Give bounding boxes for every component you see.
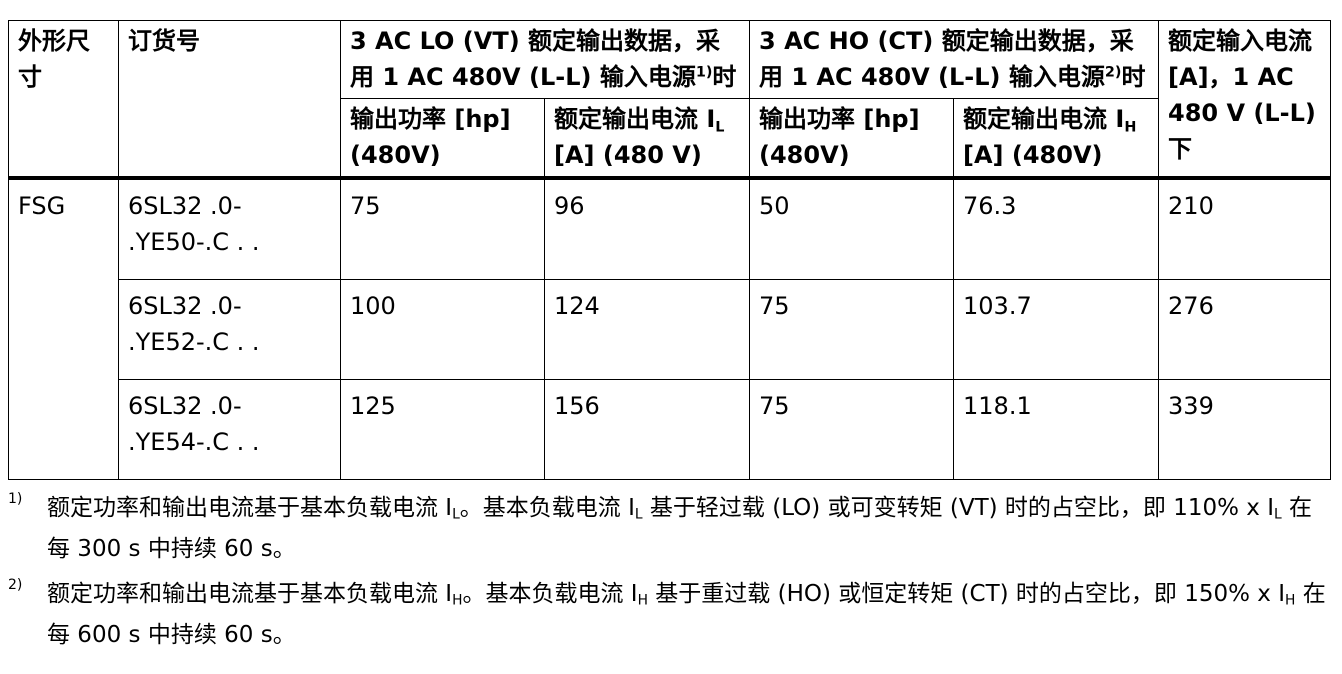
footnote-subscript: L	[634, 506, 643, 523]
header-ho-current: 额定输出电流 IH [A] (480V)	[953, 98, 1160, 180]
header-row-main: 外形尺寸 订货号 3 AC LO (VT) 额定输出数据，采用 1 AC 480…	[8, 20, 1332, 180]
size-cell: FSG	[8, 177, 119, 480]
rating-table: 外形尺寸 订货号 3 AC LO (VT) 额定输出数据，采用 1 AC 480…	[8, 20, 1332, 480]
footnote-subscript: H	[637, 592, 648, 609]
footnote-subscript: L	[1274, 506, 1282, 523]
header-lo-current-sub: L	[715, 119, 725, 136]
ho-power-cell: 75	[749, 379, 955, 480]
order-number-cell: 6SL32 .0- .YE54-.C . .	[118, 379, 341, 480]
ho-current-cell: 76.3	[953, 177, 1160, 280]
footnote-text: 。基本负载电流 I	[459, 495, 635, 521]
header-ho-power: 输出功率 [hp] (480V)	[749, 98, 955, 180]
footnotes: 1) 额定功率和输出电流基于基本负载电流 IL。基本负载电流 IL 基于轻过载 …	[8, 488, 1334, 660]
footnote-text: 基于重过载 (HO) 或恒定转矩 (CT) 时的占空比，即 150% x I	[647, 580, 1286, 607]
input-current-cell: 210	[1158, 177, 1332, 280]
header-ho-group: 3 AC HO (CT) 额定输出数据，采用 1 AC 480V (L-L) 输…	[749, 20, 1160, 99]
footnote-ref-1: 1)	[695, 64, 713, 81]
footnote-marker: 1)	[8, 491, 23, 507]
ho-power-cell: 75	[749, 279, 955, 380]
input-current-cell: 339	[1158, 379, 1332, 480]
ho-power-cell: 50	[749, 177, 955, 280]
order-number-cell: 6SL32 .0- .YE52-.C . .	[118, 279, 341, 380]
header-lo-power: 输出功率 [hp] (480V)	[340, 98, 545, 180]
lo-current-cell: 156	[543, 379, 751, 480]
lo-current-cell: 124	[543, 279, 751, 380]
footnote-subscript: H	[1285, 592, 1296, 609]
table-row: FSG 6SL32 .0- .YE50-.C . . 75 96 50 76.3…	[8, 177, 1332, 480]
footnote-subscript: H	[452, 592, 463, 609]
footnote-text: 基于轻过载 (LO) 或可变转矩 (VT) 时的占空比，即 110% x I	[642, 495, 1275, 521]
input-current-cell: 276	[1158, 279, 1332, 380]
header-ho-current-sub: H	[1124, 119, 1137, 136]
footnote-marker: 2)	[8, 576, 23, 593]
table-row: 6SL32 .0- .YE52-.C . . 100 124 75 103.7 …	[9, 279, 1332, 380]
footnote-1: 1) 额定功率和输出电流基于基本负载电流 IL。基本负载电流 IL 基于轻过载 …	[8, 488, 1334, 571]
header-ho-group-tail: 时	[1121, 63, 1146, 91]
header-lo-current: 额定输出电流 IL [A] (480 V)	[543, 98, 751, 180]
header-lo-current-post: [A] (480 V)	[554, 141, 702, 169]
ho-current-cell: 118.1	[953, 379, 1160, 480]
header-lo-group-text: 3 AC LO (VT) 额定输出数据，采用 1 AC 480V (L-L) 输…	[350, 27, 721, 91]
header-ho-current-post: [A] (480V)	[963, 141, 1103, 169]
lo-power-cell: 75	[340, 177, 545, 280]
ho-current-cell: 103.7	[953, 279, 1160, 380]
order-number-cell: 6SL32 .0- .YE50-.C . .	[118, 177, 341, 280]
header-lo-current-pre: 额定输出电流 I	[554, 105, 716, 133]
header-lo-group-tail: 时	[712, 63, 737, 91]
table-row: 6SL32 .0- .YE54-.C . . 125 156 75 118.1 …	[9, 379, 1332, 480]
header-ho-current-pre: 额定输出电流 I	[963, 105, 1125, 133]
lo-current-cell: 96	[543, 177, 751, 280]
lo-power-cell: 125	[340, 379, 545, 480]
footnote-text: 额定功率和输出电流基于基本负载电流 I	[47, 580, 453, 607]
header-input-current: 额定输入电流 [A]，1 AC 480 V (L-L) 下	[1158, 20, 1332, 180]
footnote-text: 。基本负载电流 I	[462, 580, 638, 607]
header-size: 外形尺寸	[8, 20, 119, 180]
footnote-2: 2) 额定功率和输出电流基于基本负载电流 IH。基本负载电流 IH 基于重过载 …	[8, 574, 1334, 657]
header-order-number: 订货号	[118, 20, 341, 180]
footnote-subscript: L	[452, 506, 460, 523]
footnote-ref-2: 2)	[1104, 64, 1122, 81]
footnote-text: 额定功率和输出电流基于基本负载电流 I	[47, 495, 453, 521]
header-ho-group-text: 3 AC HO (CT) 额定输出数据，采用 1 AC 480V (L-L) 输…	[759, 27, 1134, 91]
lo-power-cell: 100	[340, 279, 545, 380]
header-lo-group: 3 AC LO (VT) 额定输出数据，采用 1 AC 480V (L-L) 输…	[339, 20, 751, 99]
